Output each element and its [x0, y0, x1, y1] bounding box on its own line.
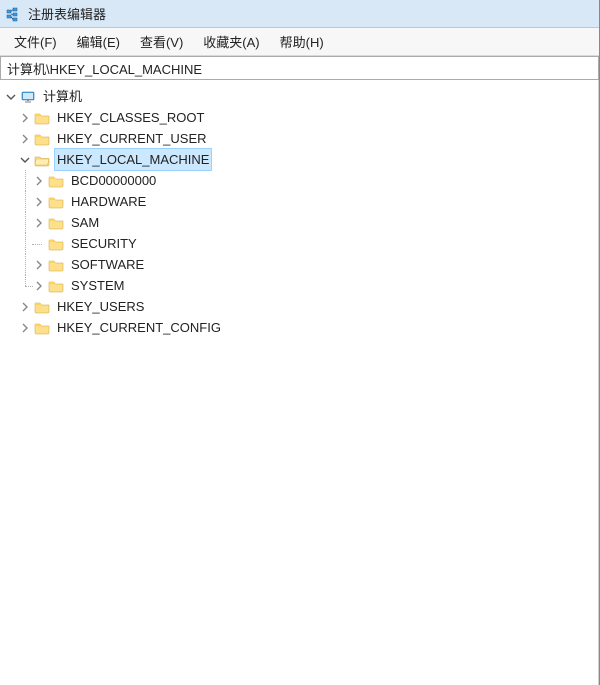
tree-node-software[interactable]: SOFTWARE	[4, 254, 598, 275]
folder-open-icon	[34, 152, 50, 168]
window-title: 注册表编辑器	[28, 4, 106, 23]
tree-node-security[interactable]: SECURITY	[4, 233, 598, 254]
regedit-app-icon	[6, 6, 22, 22]
chevron-right-icon[interactable]	[18, 128, 32, 149]
tree-node-computer[interactable]: 计算机	[4, 86, 598, 107]
tree-node-hkcc[interactable]: HKEY_CURRENT_CONFIG	[4, 317, 598, 338]
tree-node-hku[interactable]: HKEY_USERS	[4, 296, 598, 317]
folder-icon	[48, 173, 64, 189]
node-label: HKEY_CLASSES_ROOT	[54, 107, 207, 128]
chevron-down-icon[interactable]	[4, 86, 18, 107]
tree-node-hkcr[interactable]: HKEY_CLASSES_ROOT	[4, 107, 598, 128]
menu-favorites[interactable]: 收藏夹(A)	[193, 29, 269, 54]
menubar: 文件(F) 编辑(E) 查看(V) 收藏夹(A) 帮助(H)	[0, 28, 599, 56]
chevron-right-icon[interactable]	[18, 317, 32, 338]
node-label: SYSTEM	[68, 275, 127, 296]
folder-icon	[34, 110, 50, 126]
folder-icon	[34, 320, 50, 336]
titlebar: 注册表编辑器	[0, 0, 599, 28]
node-label: BCD00000000	[68, 170, 159, 191]
chevron-right-icon[interactable]	[32, 191, 46, 212]
node-label: SOFTWARE	[68, 254, 147, 275]
folder-icon	[48, 236, 64, 252]
folder-icon	[48, 257, 64, 273]
folder-icon	[34, 131, 50, 147]
chevron-right-icon[interactable]	[32, 170, 46, 191]
tree-node-hkcu[interactable]: HKEY_CURRENT_USER	[4, 128, 598, 149]
chevron-right-icon[interactable]	[18, 107, 32, 128]
address-bar[interactable]: 计算机\HKEY_LOCAL_MACHINE	[0, 56, 599, 80]
menu-help[interactable]: 帮助(H)	[270, 29, 334, 54]
address-path: 计算机\HKEY_LOCAL_MACHINE	[7, 59, 202, 78]
chevron-right-icon[interactable]	[32, 275, 46, 296]
chevron-down-icon[interactable]	[18, 149, 32, 170]
chevron-right-icon[interactable]	[32, 212, 46, 233]
chevron-right-icon[interactable]	[32, 254, 46, 275]
node-label: HARDWARE	[68, 191, 149, 212]
node-label: 计算机	[40, 86, 85, 107]
tree-node-hklm[interactable]: HKEY_LOCAL_MACHINE	[4, 149, 598, 170]
chevron-right-icon[interactable]	[18, 296, 32, 317]
tree-node-sam[interactable]: SAM	[4, 212, 598, 233]
node-label: SAM	[68, 212, 102, 233]
node-label: HKEY_CURRENT_USER	[54, 128, 210, 149]
menu-edit[interactable]: 编辑(E)	[67, 29, 130, 54]
node-label: HKEY_CURRENT_CONFIG	[54, 317, 224, 338]
tree-node-bcd[interactable]: BCD00000000	[4, 170, 598, 191]
folder-icon	[48, 215, 64, 231]
node-label: HKEY_USERS	[54, 296, 147, 317]
node-label: SECURITY	[68, 233, 140, 254]
menu-file[interactable]: 文件(F)	[4, 29, 67, 54]
registry-tree[interactable]: 计算机 HKEY_CLASSES_ROOT HKEY_CURRENT_USER …	[0, 80, 599, 685]
computer-icon	[20, 89, 36, 105]
folder-icon	[48, 194, 64, 210]
menu-view[interactable]: 查看(V)	[130, 29, 193, 54]
tree-node-system[interactable]: SYSTEM	[4, 275, 598, 296]
node-label: HKEY_LOCAL_MACHINE	[54, 148, 212, 171]
folder-icon	[48, 278, 64, 294]
folder-icon	[34, 299, 50, 315]
tree-node-hardware[interactable]: HARDWARE	[4, 191, 598, 212]
